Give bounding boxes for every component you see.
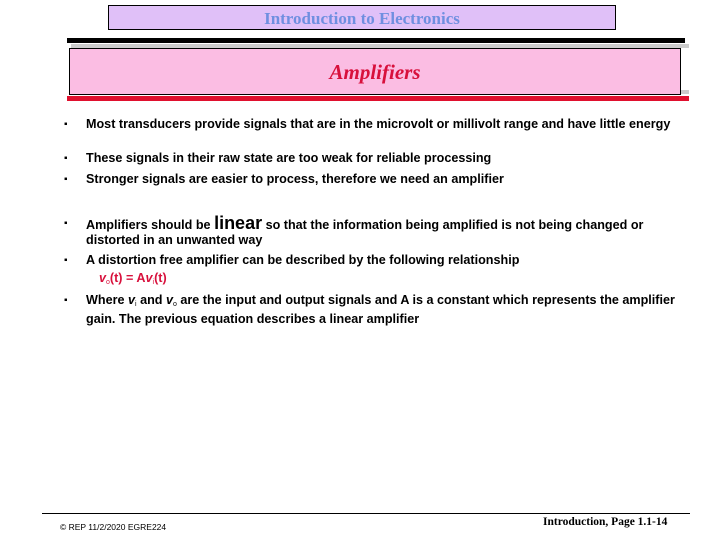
- equation-var: v: [99, 271, 107, 285]
- footer-copyright: © REP 11/2/2020 EGRE224: [60, 522, 167, 532]
- bullet-text: Where vi and vo are the input and output…: [86, 293, 676, 327]
- bullet-text: These signals in their raw state are too…: [86, 151, 492, 165]
- bullet-text-part: and: [136, 293, 166, 307]
- bullet-marker-icon: ▪: [64, 255, 68, 266]
- footer-page-number: Introduction, Page 1.1-14: [543, 516, 668, 528]
- bullet-marker-icon: ▪: [64, 174, 68, 185]
- bullet-marker-icon: ▪: [64, 295, 68, 306]
- bullet-text-part: are the input and output signals and A i…: [86, 293, 675, 326]
- bullet-marker-icon: ▪: [64, 218, 68, 229]
- bullet-text-part: Where: [86, 293, 128, 307]
- bullet-list: ▪ Most transducers provide signals that …: [0, 0, 720, 540]
- bullet-text: Most transducers provide signals that ar…: [86, 117, 671, 131]
- variable: v: [165, 293, 173, 307]
- amplifier-equation: vo(t) = Avi(t): [99, 271, 167, 286]
- bullet-text: A distortion free amplifier can be descr…: [86, 253, 520, 267]
- bullet-text: Amplifiers should be linear so that the …: [86, 213, 676, 248]
- bullet-marker-icon: ▪: [64, 119, 68, 130]
- variable: v: [128, 293, 136, 307]
- bullet-text-before: Amplifiers should be: [86, 218, 215, 232]
- bullet-marker-icon: ▪: [64, 153, 68, 164]
- equation-text: (t) = A: [109, 271, 146, 285]
- equation-var: v: [145, 271, 153, 285]
- equation-text: (t): [154, 271, 167, 285]
- emphasis-word: linear: [214, 213, 263, 233]
- bullet-text: Stronger signals are easier to process, …: [86, 172, 504, 186]
- footer-divider: [42, 513, 690, 514]
